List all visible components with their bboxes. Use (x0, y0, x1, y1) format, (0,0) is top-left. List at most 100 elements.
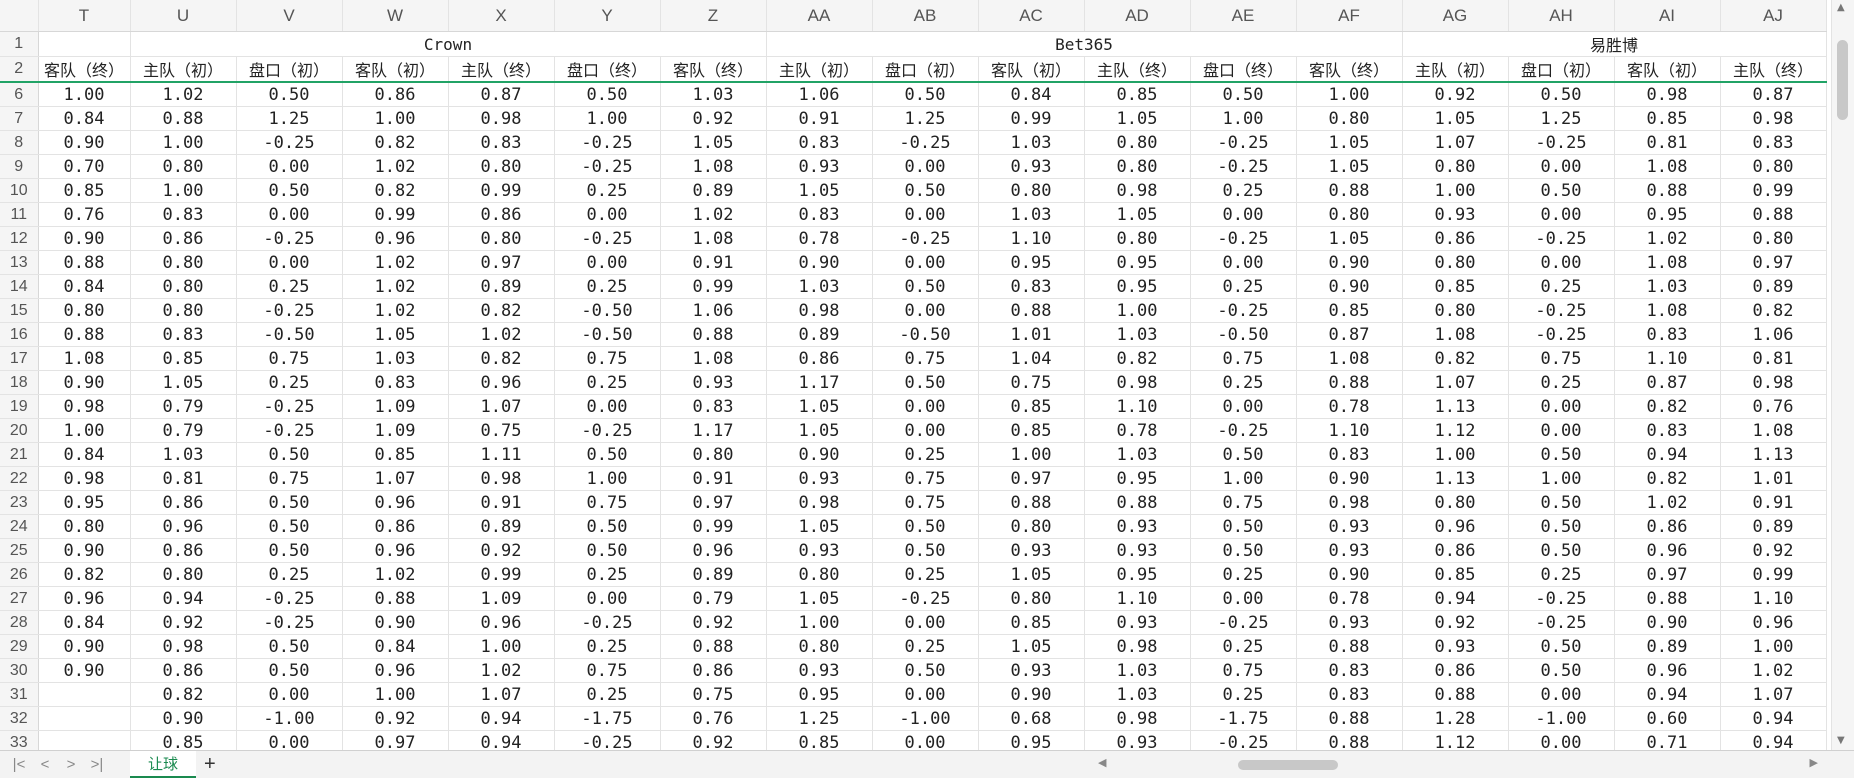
cell[interactable]: -0.25 (872, 586, 979, 611)
add-sheet-icon[interactable]: + (204, 753, 216, 776)
cell[interactable]: 0.00 (1508, 682, 1615, 707)
cell[interactable]: -0.25 (554, 130, 661, 155)
cell[interactable]: 0.97 (448, 250, 555, 275)
cell[interactable]: 0.99 (1720, 562, 1827, 587)
cell[interactable]: 1.00 (766, 610, 873, 635)
cell[interactable]: 0.75 (872, 490, 979, 515)
cell[interactable]: 0.83 (1296, 682, 1403, 707)
row-header[interactable]: 25 (0, 538, 39, 563)
cell[interactable]: 0.98 (448, 106, 555, 131)
cell[interactable]: 0.50 (554, 442, 661, 467)
cell[interactable]: 0.99 (448, 562, 555, 587)
cell[interactable]: 0.91 (1720, 490, 1827, 515)
cell[interactable]: 0.88 (342, 586, 449, 611)
cell[interactable]: 0.79 (130, 418, 237, 443)
cell[interactable]: 0.80 (1402, 298, 1509, 323)
cell[interactable]: 0.50 (236, 514, 343, 539)
cell[interactable]: 0.92 (1402, 82, 1509, 107)
cell[interactable]: 0.68 (978, 706, 1085, 731)
cell[interactable]: 0.98 (1720, 370, 1827, 395)
row-header[interactable]: 24 (0, 514, 39, 539)
cell[interactable]: 0.50 (554, 82, 661, 107)
row-header[interactable]: 29 (0, 634, 39, 659)
cell[interactable]: 0.97 (978, 466, 1085, 491)
cell[interactable]: 0.87 (448, 82, 555, 107)
cell[interactable]: 1.07 (448, 682, 555, 707)
cell[interactable]: 0.93 (766, 466, 873, 491)
cell[interactable]: 0.90 (38, 370, 131, 395)
cell[interactable]: 1.05 (1296, 154, 1403, 179)
cell[interactable]: -0.25 (554, 226, 661, 251)
cell[interactable]: 0.88 (1296, 178, 1403, 203)
cell[interactable]: 0.00 (236, 682, 343, 707)
cell[interactable]: -0.50 (872, 322, 979, 347)
cell[interactable]: 0.98 (1084, 370, 1191, 395)
cell[interactable]: 0.80 (448, 154, 555, 179)
cell[interactable]: 0.00 (1508, 418, 1615, 443)
cell[interactable] (38, 682, 131, 707)
cell[interactable]: 1.10 (1296, 418, 1403, 443)
cell[interactable]: 0.96 (342, 538, 449, 563)
row-header[interactable]: 20 (0, 418, 39, 443)
header-cell[interactable]: 主队（终） (448, 56, 555, 83)
cell[interactable]: 1.03 (1084, 658, 1191, 683)
cell[interactable]: 0.75 (978, 370, 1085, 395)
cell[interactable]: 0.92 (660, 106, 767, 131)
cell[interactable]: -0.25 (554, 154, 661, 179)
cell[interactable]: 1.25 (766, 706, 873, 731)
cell[interactable]: -0.25 (1508, 226, 1615, 251)
cell[interactable]: 0.90 (38, 538, 131, 563)
row-header[interactable]: 23 (0, 490, 39, 515)
cell[interactable]: 1.12 (1402, 418, 1509, 443)
cell[interactable]: 0.94 (1402, 586, 1509, 611)
cell[interactable]: 0.25 (236, 562, 343, 587)
cell[interactable]: 0.00 (872, 418, 979, 443)
cell[interactable]: 0.88 (38, 250, 131, 275)
vertical-scroll-thumb[interactable] (1837, 40, 1848, 120)
cell[interactable]: 0.80 (1084, 226, 1191, 251)
row-header[interactable]: 21 (0, 442, 39, 467)
cell[interactable]: 0.82 (1084, 346, 1191, 371)
cell[interactable]: 0.80 (1084, 154, 1191, 179)
cell[interactable]: -0.25 (1190, 610, 1297, 635)
scroll-up-icon[interactable]: ▲ (1837, 2, 1845, 13)
cell[interactable]: -0.25 (1508, 586, 1615, 611)
cell[interactable]: 1.07 (1402, 370, 1509, 395)
cell[interactable]: 0.85 (1402, 274, 1509, 299)
row-header[interactable]: 22 (0, 466, 39, 491)
cell[interactable]: 0.82 (342, 130, 449, 155)
cell[interactable]: 1.05 (342, 322, 449, 347)
cell[interactable]: 0.00 (872, 202, 979, 227)
cell[interactable]: 0.75 (554, 346, 661, 371)
header-cell[interactable]: 客队（初） (978, 56, 1085, 83)
cell[interactable]: 0.85 (38, 178, 131, 203)
cell[interactable]: 1.03 (130, 442, 237, 467)
cell[interactable]: 1.00 (38, 82, 131, 107)
cell[interactable]: 0.90 (130, 706, 237, 731)
header-cell[interactable]: 客队（初） (1614, 56, 1721, 83)
cell[interactable]: 0.82 (1614, 466, 1721, 491)
cell[interactable]: 0.94 (1614, 682, 1721, 707)
cell[interactable]: -0.25 (236, 130, 343, 155)
cell[interactable]: 0.93 (978, 538, 1085, 563)
cell[interactable]: 0.83 (448, 130, 555, 155)
cell[interactable]: 0.80 (978, 586, 1085, 611)
cell[interactable]: 1.03 (1084, 682, 1191, 707)
cell[interactable]: 0.90 (978, 682, 1085, 707)
column-header[interactable]: AF (1296, 0, 1403, 32)
cell[interactable]: 0.80 (130, 562, 237, 587)
cell[interactable]: 0.99 (660, 274, 767, 299)
header-cell[interactable]: 主队（终） (1720, 56, 1827, 83)
cell[interactable]: 1.17 (766, 370, 873, 395)
cell[interactable]: 0.94 (448, 730, 555, 750)
cell[interactable]: -1.00 (236, 706, 343, 731)
cell[interactable]: 1.05 (660, 130, 767, 155)
cell[interactable]: 0.00 (872, 610, 979, 635)
cell[interactable]: 0.88 (1720, 202, 1827, 227)
cell[interactable]: 0.87 (1614, 370, 1721, 395)
cell[interactable]: -0.25 (1190, 130, 1297, 155)
cell[interactable]: 0.93 (978, 658, 1085, 683)
header-cell[interactable]: 客队（终） (38, 56, 131, 83)
horizontal-scrollbar[interactable]: ◀ ▶ (1098, 757, 1818, 772)
cell[interactable]: 0.00 (872, 682, 979, 707)
